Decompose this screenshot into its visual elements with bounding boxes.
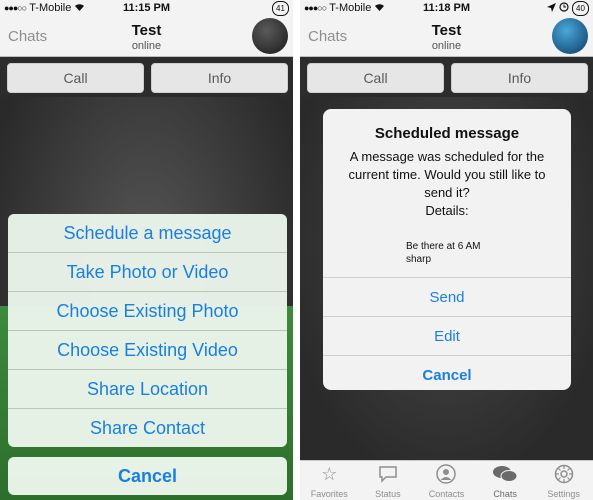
scheduled-message-alert: Scheduled message A message was schedule… [323, 109, 571, 390]
speech-bubble-icon [359, 461, 418, 485]
tab-label: Chats [493, 489, 517, 499]
schedule-message-option[interactable]: Schedule a message [8, 214, 287, 252]
navigation-bar: Chats Test online [0, 16, 293, 57]
share-location-option[interactable]: Share Location [8, 369, 287, 408]
chat-bubbles-icon [476, 461, 535, 485]
choose-existing-photo-option[interactable]: Choose Existing Photo [8, 291, 287, 330]
action-sheet-options: Schedule a message Take Photo or Video C… [8, 214, 287, 447]
tab-status[interactable]: Status [359, 461, 418, 500]
location-arrow-icon [547, 2, 556, 15]
share-contact-option[interactable]: Share Contact [8, 408, 287, 447]
tab-bar: ☆ Favorites Status Contacts Chats Settin… [300, 460, 593, 500]
contact-avatar[interactable] [252, 18, 288, 54]
gear-icon [534, 461, 593, 485]
status-icons: 40 [547, 1, 589, 16]
attachment-action-sheet: Schedule a message Take Photo or Video C… [8, 214, 287, 495]
call-button[interactable]: Call [7, 63, 144, 93]
navigation-bar: Chats Test online [300, 16, 593, 57]
tab-label: Settings [547, 489, 580, 499]
tab-label: Status [375, 489, 401, 499]
take-photo-video-option[interactable]: Take Photo or Video [8, 252, 287, 291]
presence-status: online [431, 40, 462, 52]
info-button[interactable]: Info [151, 63, 288, 93]
action-sheet-cancel-button[interactable]: Cancel [8, 457, 287, 495]
alert-title: Scheduled message [374, 125, 520, 142]
alert-cancel-button[interactable]: Cancel [323, 355, 571, 390]
battery-icon: 41 [272, 1, 289, 16]
chat-title: Test [431, 22, 462, 39]
chat-title: Test [131, 22, 162, 39]
presence-status: online [131, 40, 162, 52]
call-button[interactable]: Call [307, 63, 444, 93]
tab-chats[interactable]: Chats [476, 461, 535, 500]
contact-actions-bar: Call Info [0, 57, 293, 97]
choose-existing-video-option[interactable]: Choose Existing Video [8, 330, 287, 369]
alarm-clock-icon [559, 2, 569, 15]
tab-settings[interactable]: Settings [534, 461, 593, 500]
status-bar: ●●●○○ T-Mobile 11:18 PM 40 [300, 0, 593, 16]
tab-contacts[interactable]: Contacts [417, 461, 476, 500]
right-phone-screen: ●●●○○ T-Mobile 11:18 PM 40 Chats Test on… [300, 0, 593, 500]
battery-icon: 40 [572, 1, 589, 16]
send-button[interactable]: Send [323, 277, 571, 317]
info-button[interactable]: Info [451, 63, 588, 93]
status-icons: 41 [272, 1, 289, 16]
tab-label: Favorites [310, 489, 348, 499]
contact-avatar[interactable] [552, 18, 588, 54]
left-phone-screen: ●●●○○ T-Mobile 11:15 PM 41 Chats Test on… [0, 0, 293, 500]
star-icon: ☆ [321, 464, 338, 484]
clock: 11:15 PM [122, 2, 171, 14]
tab-favorites[interactable]: ☆ Favorites [300, 461, 359, 500]
alert-message: A message was scheduled for the current … [348, 149, 546, 200]
person-icon [417, 461, 476, 485]
alert-details-label: Details: [425, 203, 469, 218]
edit-button[interactable]: Edit [323, 316, 571, 356]
contact-actions-bar: Call Info [300, 57, 593, 97]
status-bar: ●●●○○ T-Mobile 11:15 PM 41 [0, 0, 293, 16]
alert-details-text: Be there at 6 AM sharp [406, 241, 481, 265]
tab-label: Contacts [428, 489, 465, 499]
